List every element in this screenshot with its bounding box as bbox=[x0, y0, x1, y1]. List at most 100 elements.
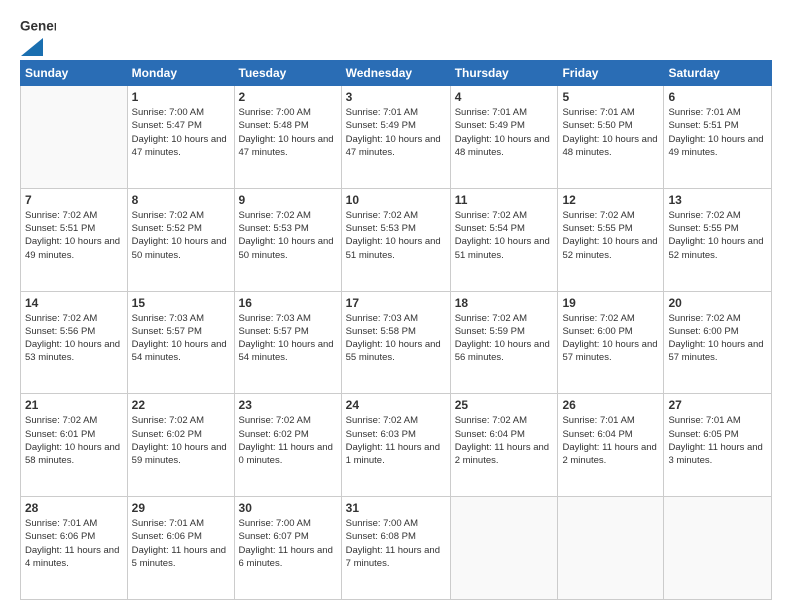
day-info: Sunrise: 7:03 AM Sunset: 5:57 PM Dayligh… bbox=[239, 312, 337, 365]
day-number: 26 bbox=[562, 398, 659, 412]
day-cell: 22Sunrise: 7:02 AM Sunset: 6:02 PM Dayli… bbox=[127, 394, 234, 497]
day-cell: 3 Sunrise: 7:01 AM Sunset: 5:49 PM Daylig… bbox=[341, 86, 450, 189]
header: General bbox=[20, 16, 772, 52]
day-cell: 6 Sunrise: 7:01 AM Sunset: 5:51 PM Daylig… bbox=[664, 86, 772, 189]
day-cell: 28Sunrise: 7:01 AM Sunset: 6:06 PM Dayli… bbox=[21, 497, 128, 600]
day-info: Sunrise: 7:02 AM Sunset: 6:00 PM Dayligh… bbox=[562, 312, 659, 365]
day-number: 27 bbox=[668, 398, 767, 412]
weekday-header-sunday: Sunday bbox=[21, 61, 128, 86]
day-cell: 25Sunrise: 7:02 AM Sunset: 6:04 PM Dayli… bbox=[450, 394, 558, 497]
day-cell: 10 Sunrise: 7:02 AM Sunset: 5:53 PM Dayli… bbox=[341, 188, 450, 291]
day-number: 11 bbox=[455, 193, 554, 207]
day-info: Sunrise: 7:02 AM Sunset: 5:56 PM Dayligh… bbox=[25, 312, 123, 365]
day-cell: 11 Sunrise: 7:02 AM Sunset: 5:54 PM Dayli… bbox=[450, 188, 558, 291]
day-cell: 7Sunrise: 7:02 AM Sunset: 5:51 PM Daylig… bbox=[21, 188, 128, 291]
day-number: 17 bbox=[346, 296, 446, 310]
day-number: 31 bbox=[346, 501, 446, 515]
day-number: 14 bbox=[25, 296, 123, 310]
svg-text:General: General bbox=[20, 19, 56, 34]
day-number: 2 bbox=[239, 90, 337, 104]
day-number: 21 bbox=[25, 398, 123, 412]
day-cell: 14 Sunrise: 7:02 AM Sunset: 5:56 PM Dayli… bbox=[21, 291, 128, 394]
day-cell: 30 Sunrise: 7:00 AM Sunset: 6:07 PM Dayli… bbox=[234, 497, 341, 600]
day-info: Sunrise: 7:02 AM Sunset: 5:54 PM Dayligh… bbox=[455, 209, 554, 262]
day-number: 28 bbox=[25, 501, 123, 515]
day-number: 13 bbox=[668, 193, 767, 207]
day-number: 24 bbox=[346, 398, 446, 412]
weekday-header-saturday: Saturday bbox=[664, 61, 772, 86]
day-info: Sunrise: 7:02 AM Sunset: 5:55 PM Dayligh… bbox=[562, 209, 659, 262]
week-row-5: 28Sunrise: 7:01 AM Sunset: 6:06 PM Dayli… bbox=[21, 497, 772, 600]
day-info: Sunrise: 7:01 AM Sunset: 5:49 PM Dayligh… bbox=[455, 106, 554, 159]
week-row-4: 21Sunrise: 7:02 AM Sunset: 6:01 PM Dayli… bbox=[21, 394, 772, 497]
day-cell: 16 Sunrise: 7:03 AM Sunset: 5:57 PM Dayli… bbox=[234, 291, 341, 394]
week-row-2: 7Sunrise: 7:02 AM Sunset: 5:51 PM Daylig… bbox=[21, 188, 772, 291]
day-cell: 29Sunrise: 7:01 AM Sunset: 6:06 PM Dayli… bbox=[127, 497, 234, 600]
day-cell: 31 Sunrise: 7:00 AM Sunset: 6:08 PM Dayli… bbox=[341, 497, 450, 600]
day-number: 4 bbox=[455, 90, 554, 104]
day-number: 9 bbox=[239, 193, 337, 207]
day-cell bbox=[21, 86, 128, 189]
day-number: 8 bbox=[132, 193, 230, 207]
day-info: Sunrise: 7:02 AM Sunset: 5:59 PM Dayligh… bbox=[455, 312, 554, 365]
logo-triangle-icon bbox=[21, 38, 43, 56]
day-info: Sunrise: 7:01 AM Sunset: 5:50 PM Dayligh… bbox=[562, 106, 659, 159]
day-info: Sunrise: 7:02 AM Sunset: 5:51 PM Dayligh… bbox=[25, 209, 123, 262]
day-cell: 23 Sunrise: 7:02 AM Sunset: 6:02 PM Dayli… bbox=[234, 394, 341, 497]
logo-icon: General bbox=[20, 16, 56, 38]
day-info: Sunrise: 7:01 AM Sunset: 6:04 PM Dayligh… bbox=[562, 414, 659, 467]
day-cell: 24 Sunrise: 7:02 AM Sunset: 6:03 PM Dayli… bbox=[341, 394, 450, 497]
day-info: Sunrise: 7:02 AM Sunset: 5:55 PM Dayligh… bbox=[668, 209, 767, 262]
day-number: 30 bbox=[239, 501, 337, 515]
day-cell: 21Sunrise: 7:02 AM Sunset: 6:01 PM Dayli… bbox=[21, 394, 128, 497]
day-info: Sunrise: 7:00 AM Sunset: 6:07 PM Dayligh… bbox=[239, 517, 337, 570]
day-info: Sunrise: 7:02 AM Sunset: 6:00 PM Dayligh… bbox=[668, 312, 767, 365]
week-row-1: 1 Sunrise: 7:00 AM Sunset: 5:47 PM Daylig… bbox=[21, 86, 772, 189]
weekday-header-thursday: Thursday bbox=[450, 61, 558, 86]
day-number: 23 bbox=[239, 398, 337, 412]
day-number: 15 bbox=[132, 296, 230, 310]
day-info: Sunrise: 7:03 AM Sunset: 5:57 PM Dayligh… bbox=[132, 312, 230, 365]
day-number: 12 bbox=[562, 193, 659, 207]
day-info: Sunrise: 7:00 AM Sunset: 6:08 PM Dayligh… bbox=[346, 517, 446, 570]
day-info: Sunrise: 7:00 AM Sunset: 5:48 PM Dayligh… bbox=[239, 106, 337, 159]
day-cell: 26 Sunrise: 7:01 AM Sunset: 6:04 PM Dayli… bbox=[558, 394, 664, 497]
day-info: Sunrise: 7:01 AM Sunset: 6:05 PM Dayligh… bbox=[668, 414, 767, 467]
weekday-header-friday: Friday bbox=[558, 61, 664, 86]
day-cell: 12 Sunrise: 7:02 AM Sunset: 5:55 PM Dayli… bbox=[558, 188, 664, 291]
weekday-header-wednesday: Wednesday bbox=[341, 61, 450, 86]
day-cell bbox=[664, 497, 772, 600]
day-number: 10 bbox=[346, 193, 446, 207]
day-number: 5 bbox=[562, 90, 659, 104]
weekday-header-tuesday: Tuesday bbox=[234, 61, 341, 86]
day-number: 3 bbox=[346, 90, 446, 104]
day-cell: 18Sunrise: 7:02 AM Sunset: 5:59 PM Dayli… bbox=[450, 291, 558, 394]
day-cell: 15 Sunrise: 7:03 AM Sunset: 5:57 PM Dayli… bbox=[127, 291, 234, 394]
day-info: Sunrise: 7:02 AM Sunset: 6:02 PM Dayligh… bbox=[239, 414, 337, 467]
day-cell: 8Sunrise: 7:02 AM Sunset: 5:52 PM Daylig… bbox=[127, 188, 234, 291]
day-info: Sunrise: 7:02 AM Sunset: 6:03 PM Dayligh… bbox=[346, 414, 446, 467]
day-number: 19 bbox=[562, 296, 659, 310]
day-number: 22 bbox=[132, 398, 230, 412]
day-cell: 9Sunrise: 7:02 AM Sunset: 5:53 PM Daylig… bbox=[234, 188, 341, 291]
day-number: 1 bbox=[132, 90, 230, 104]
day-number: 16 bbox=[239, 296, 337, 310]
day-cell: 4 Sunrise: 7:01 AM Sunset: 5:49 PM Daylig… bbox=[450, 86, 558, 189]
day-number: 6 bbox=[668, 90, 767, 104]
logo: General bbox=[20, 16, 56, 52]
day-cell bbox=[558, 497, 664, 600]
page: General SundayMondayTuesdayWednesdayThur… bbox=[0, 0, 792, 612]
day-info: Sunrise: 7:00 AM Sunset: 5:47 PM Dayligh… bbox=[132, 106, 230, 159]
weekday-header-monday: Monday bbox=[127, 61, 234, 86]
day-cell: 2 Sunrise: 7:00 AM Sunset: 5:48 PM Daylig… bbox=[234, 86, 341, 189]
day-cell: 5 Sunrise: 7:01 AM Sunset: 5:50 PM Daylig… bbox=[558, 86, 664, 189]
day-info: Sunrise: 7:02 AM Sunset: 6:04 PM Dayligh… bbox=[455, 414, 554, 467]
day-cell: 19 Sunrise: 7:02 AM Sunset: 6:00 PM Dayli… bbox=[558, 291, 664, 394]
day-cell: 27 Sunrise: 7:01 AM Sunset: 6:05 PM Dayli… bbox=[664, 394, 772, 497]
day-info: Sunrise: 7:02 AM Sunset: 5:53 PM Dayligh… bbox=[346, 209, 446, 262]
day-cell: 1 Sunrise: 7:00 AM Sunset: 5:47 PM Daylig… bbox=[127, 86, 234, 189]
day-cell: 13 Sunrise: 7:02 AM Sunset: 5:55 PM Dayli… bbox=[664, 188, 772, 291]
day-info: Sunrise: 7:01 AM Sunset: 5:49 PM Dayligh… bbox=[346, 106, 446, 159]
day-cell: 17Sunrise: 7:03 AM Sunset: 5:58 PM Dayli… bbox=[341, 291, 450, 394]
day-info: Sunrise: 7:01 AM Sunset: 5:51 PM Dayligh… bbox=[668, 106, 767, 159]
